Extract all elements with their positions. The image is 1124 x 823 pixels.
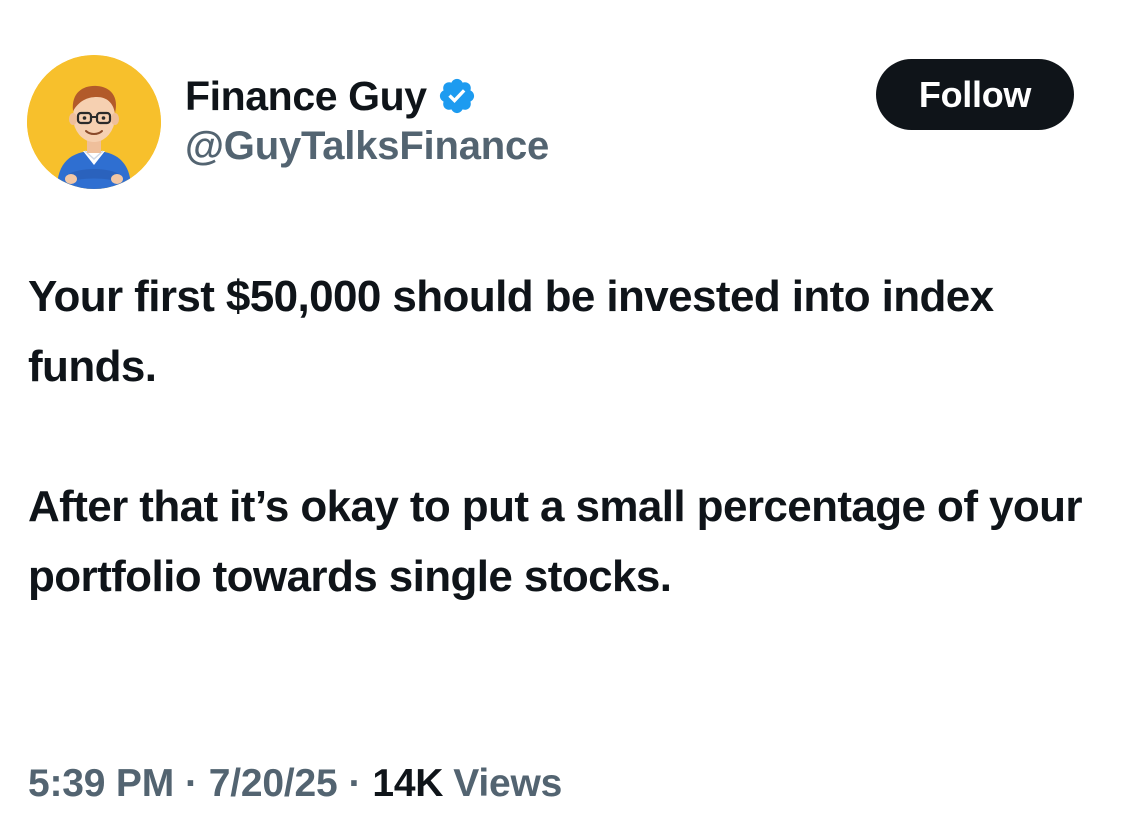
tweet-paragraph: Your first $50,000 should be invested in… — [28, 272, 994, 391]
follow-button[interactable]: Follow — [876, 59, 1074, 130]
cartoon-man-avatar-icon — [27, 55, 161, 189]
author-name-row: Finance Guy — [185, 70, 477, 122]
meta-separator: · — [348, 762, 362, 805]
tweet-time[interactable]: 5:39 PM — [28, 762, 174, 806]
tweet-date[interactable]: 7/20/25 — [209, 762, 338, 806]
views-label: Views — [453, 762, 563, 805]
meta-separator: · — [185, 762, 198, 805]
tweet-card: Finance Guy @GuyTalksFinance Follow Your… — [0, 0, 1124, 823]
author-display-name[interactable]: Finance Guy — [185, 73, 427, 120]
author-handle[interactable]: @GuyTalksFinance — [185, 124, 549, 169]
views-count: 14K — [372, 762, 444, 805]
tweet-body: Your first $50,000 should be invested in… — [28, 262, 1103, 612]
avatar[interactable] — [27, 55, 161, 189]
verified-badge-icon[interactable] — [437, 76, 477, 116]
tweet-paragraph: After that it’s okay to put a small perc… — [28, 482, 1083, 601]
tweet-meta: 5:39 PM · 7/20/25 · 14K Views — [28, 758, 562, 810]
